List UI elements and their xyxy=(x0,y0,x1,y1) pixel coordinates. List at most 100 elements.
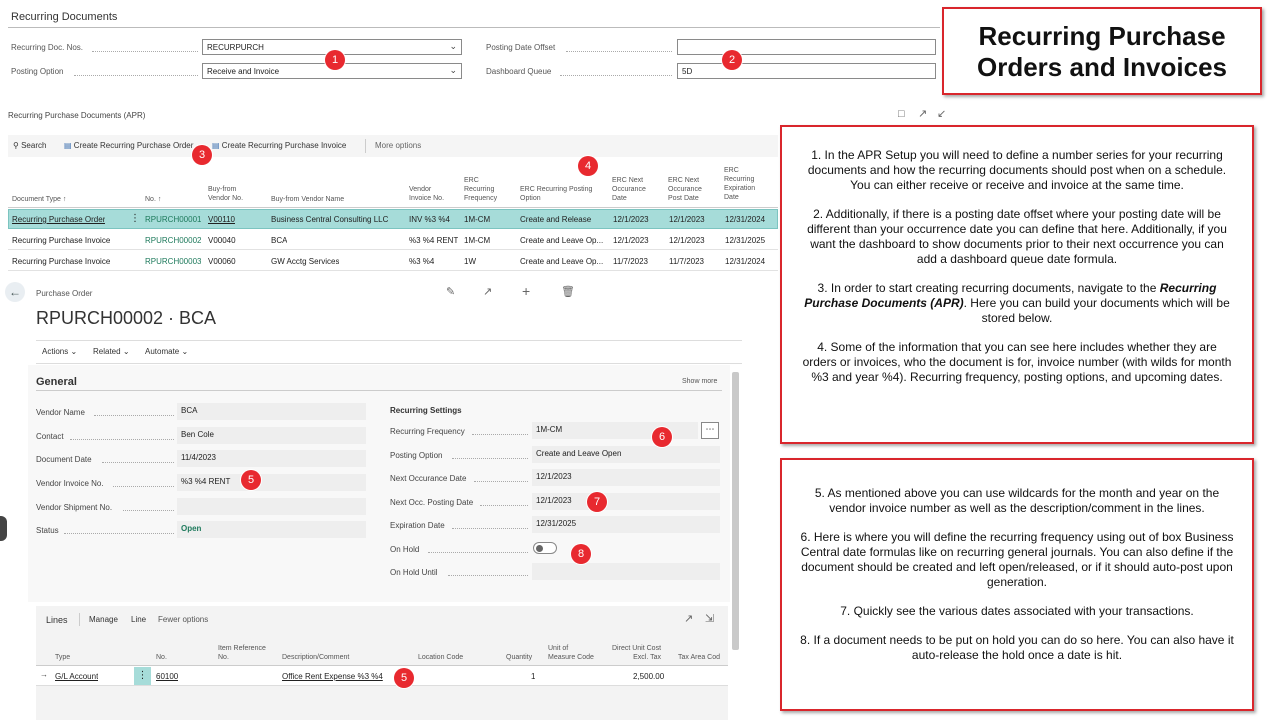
leader xyxy=(94,415,174,416)
col-expiration[interactable]: ERC Recurring Expiration Date xyxy=(724,166,755,202)
edit-icon[interactable]: ✎ xyxy=(446,285,455,298)
col-next-occ-l2: Occurance xyxy=(612,186,646,193)
dashboard-queue-label: Dashboard Queue xyxy=(486,67,552,76)
table-row[interactable] xyxy=(8,229,778,250)
actions-menu[interactable]: Actions ⌄ xyxy=(42,347,77,356)
vendor-shipment-field[interactable] xyxy=(177,498,366,515)
col-no[interactable]: No. ↑ xyxy=(145,195,161,204)
lines-cell-no[interactable]: 60100 xyxy=(156,672,178,681)
lines-col-type[interactable]: Type xyxy=(55,653,70,662)
lines-col-cost[interactable]: Direct Unit Cost Excl. Tax xyxy=(612,644,661,662)
note-5: 5. As mentioned above you can use wildca… xyxy=(814,486,1220,515)
col-vendor-no[interactable]: Buy-from Vendor No. xyxy=(208,185,243,203)
chevron-down-icon: ⌄ xyxy=(181,347,189,356)
automate-menu[interactable]: Automate ⌄ xyxy=(145,347,188,356)
lines-col-tax[interactable]: Tax Area Cod xyxy=(678,653,720,662)
search-button[interactable]: ⚲ Search xyxy=(13,141,46,150)
expiration-field[interactable]: 12/31/2025 xyxy=(532,516,720,533)
dashboard-queue-leader xyxy=(560,75,672,76)
lines-cell-qty[interactable]: 1 xyxy=(531,672,535,681)
cell-type[interactable]: Recurring Purchase Invoice xyxy=(12,236,110,245)
lines-col-uom[interactable]: Unit of Measure Code xyxy=(548,644,594,662)
cell-vendor-no[interactable]: V00040 xyxy=(208,236,236,245)
col-posting-option[interactable]: ERC Recurring Posting Option xyxy=(520,185,592,203)
cell-vendor-no[interactable]: V00110 xyxy=(208,215,235,224)
lines-sep xyxy=(79,613,80,626)
dashboard-queue-input[interactable]: 5D xyxy=(677,63,936,79)
table-row[interactable] xyxy=(8,250,778,271)
recurring-settings-heading: Recurring Settings xyxy=(390,406,462,415)
list-title: Recurring Purchase Documents (APR) xyxy=(8,111,146,120)
more-options-button[interactable]: More options xyxy=(375,141,421,150)
cell-no[interactable]: RPURCH00001 xyxy=(145,215,201,224)
lines-manage-menu[interactable]: Manage xyxy=(89,615,118,624)
lines-col-no[interactable]: No. xyxy=(156,653,167,662)
create-recurring-order-button[interactable]: ▤ Create Recurring Purchase Order xyxy=(64,141,193,150)
delete-icon[interactable]: 🗑 xyxy=(561,285,575,298)
expiration-label: Expiration Date xyxy=(390,521,445,530)
posting-date-offset-input[interactable] xyxy=(677,39,936,55)
col-frequency-l2: Recurring xyxy=(464,186,495,193)
bookmark-icon[interactable]: □ xyxy=(898,108,905,120)
on-hold-until-label: On Hold Until xyxy=(390,568,438,577)
lines-cell-desc[interactable]: Office Rent Expense %3 %4 xyxy=(282,672,383,681)
posting-date-offset-label: Posting Date Offset xyxy=(486,43,556,52)
rec-freq-field[interactable]: 1M-CM xyxy=(532,422,698,439)
card-actions-divider xyxy=(36,363,742,364)
vendor-name-field[interactable]: BCA xyxy=(177,403,366,420)
lines-cell-cost[interactable]: 2,500.00 xyxy=(633,672,664,681)
note-3: 3. In order to start creating recurring … xyxy=(800,281,1234,326)
show-more-link[interactable]: Show more xyxy=(682,378,717,385)
rec-freq-lookup-button[interactable]: ⋯ xyxy=(701,422,719,439)
col-next-occ[interactable]: ERC Next Occurance Date xyxy=(612,176,646,203)
lines-title[interactable]: Lines xyxy=(46,615,68,625)
lines-fewer-options[interactable]: Fewer options xyxy=(158,615,208,624)
row-menu-icon[interactable]: ⋮ xyxy=(130,213,140,224)
general-heading[interactable]: General xyxy=(36,376,77,388)
document-icon: ▤ xyxy=(64,141,72,150)
lines-col-itemref[interactable]: Item Reference No. xyxy=(218,644,266,662)
col-frequency-l1: ERC xyxy=(464,177,479,184)
vendor-invoice-field[interactable]: %3 %4 RENT xyxy=(177,474,366,491)
on-hold-until-field[interactable] xyxy=(532,563,720,580)
expand-icon[interactable]: ⇲ xyxy=(705,612,714,625)
status-label: Status xyxy=(36,526,59,535)
lines-cell-type[interactable]: G/L Account xyxy=(55,672,98,681)
scrollbar[interactable] xyxy=(732,372,739,650)
contact-field[interactable]: Ben Cole xyxy=(177,427,366,444)
col-frequency[interactable]: ERC Recurring Frequency xyxy=(464,176,497,203)
lines-col-loc[interactable]: Location Code xyxy=(418,653,463,662)
on-hold-toggle[interactable] xyxy=(533,542,557,554)
share-icon[interactable]: ↗ xyxy=(684,612,693,625)
cell-no[interactable]: RPURCH00002 xyxy=(145,236,201,245)
related-label: Related xyxy=(93,347,121,356)
col-invoice-no[interactable]: Vendor Invoice No. xyxy=(409,185,444,203)
cell-type[interactable]: Recurring Purchase Order xyxy=(12,215,105,224)
cell-no[interactable]: RPURCH00003 xyxy=(145,257,201,266)
document-date-field[interactable]: 11/4/2023 xyxy=(177,450,366,467)
cell-type[interactable]: Recurring Purchase Invoice xyxy=(12,257,110,266)
back-button[interactable]: ← xyxy=(5,282,25,302)
col-next-post[interactable]: ERC Next Occurance Post Date xyxy=(668,176,702,203)
col-invoice-no-l1: Vendor xyxy=(409,186,432,193)
col-doc-type[interactable]: Document Type ↑ xyxy=(12,195,66,204)
next-post-field[interactable]: 12/1/2023 xyxy=(532,493,720,510)
row-menu-icon[interactable]: ⋮ xyxy=(134,667,151,685)
next-occ-field[interactable]: 12/1/2023 xyxy=(532,469,720,486)
side-handle[interactable] xyxy=(0,516,7,541)
lines-line-menu[interactable]: Line xyxy=(131,615,146,624)
col-vendor-name[interactable]: Buy-from Vendor Name xyxy=(271,195,344,204)
card-posting-option-field[interactable]: Create and Leave Open xyxy=(532,446,720,463)
related-menu[interactable]: Related ⌄ xyxy=(93,347,130,356)
cell-vendor-no[interactable]: V00060 xyxy=(208,257,236,266)
add-icon[interactable]: + xyxy=(522,283,530,299)
create-recurring-invoice-button[interactable]: ▤ Create Recurring Purchase Invoice xyxy=(212,141,346,150)
collapse-icon[interactable]: ↙ xyxy=(937,107,946,120)
table-row[interactable] xyxy=(8,209,778,229)
note-7: 7. Quickly see the various dates associa… xyxy=(840,604,1194,618)
open-new-window-icon[interactable]: ↗ xyxy=(918,107,927,120)
share-icon[interactable]: ↗ xyxy=(483,285,492,298)
lines-col-desc[interactable]: Description/Comment xyxy=(282,653,349,662)
lines-col-qty[interactable]: Quantity xyxy=(506,653,532,662)
col-next-post-l2: Occurance xyxy=(668,186,702,193)
